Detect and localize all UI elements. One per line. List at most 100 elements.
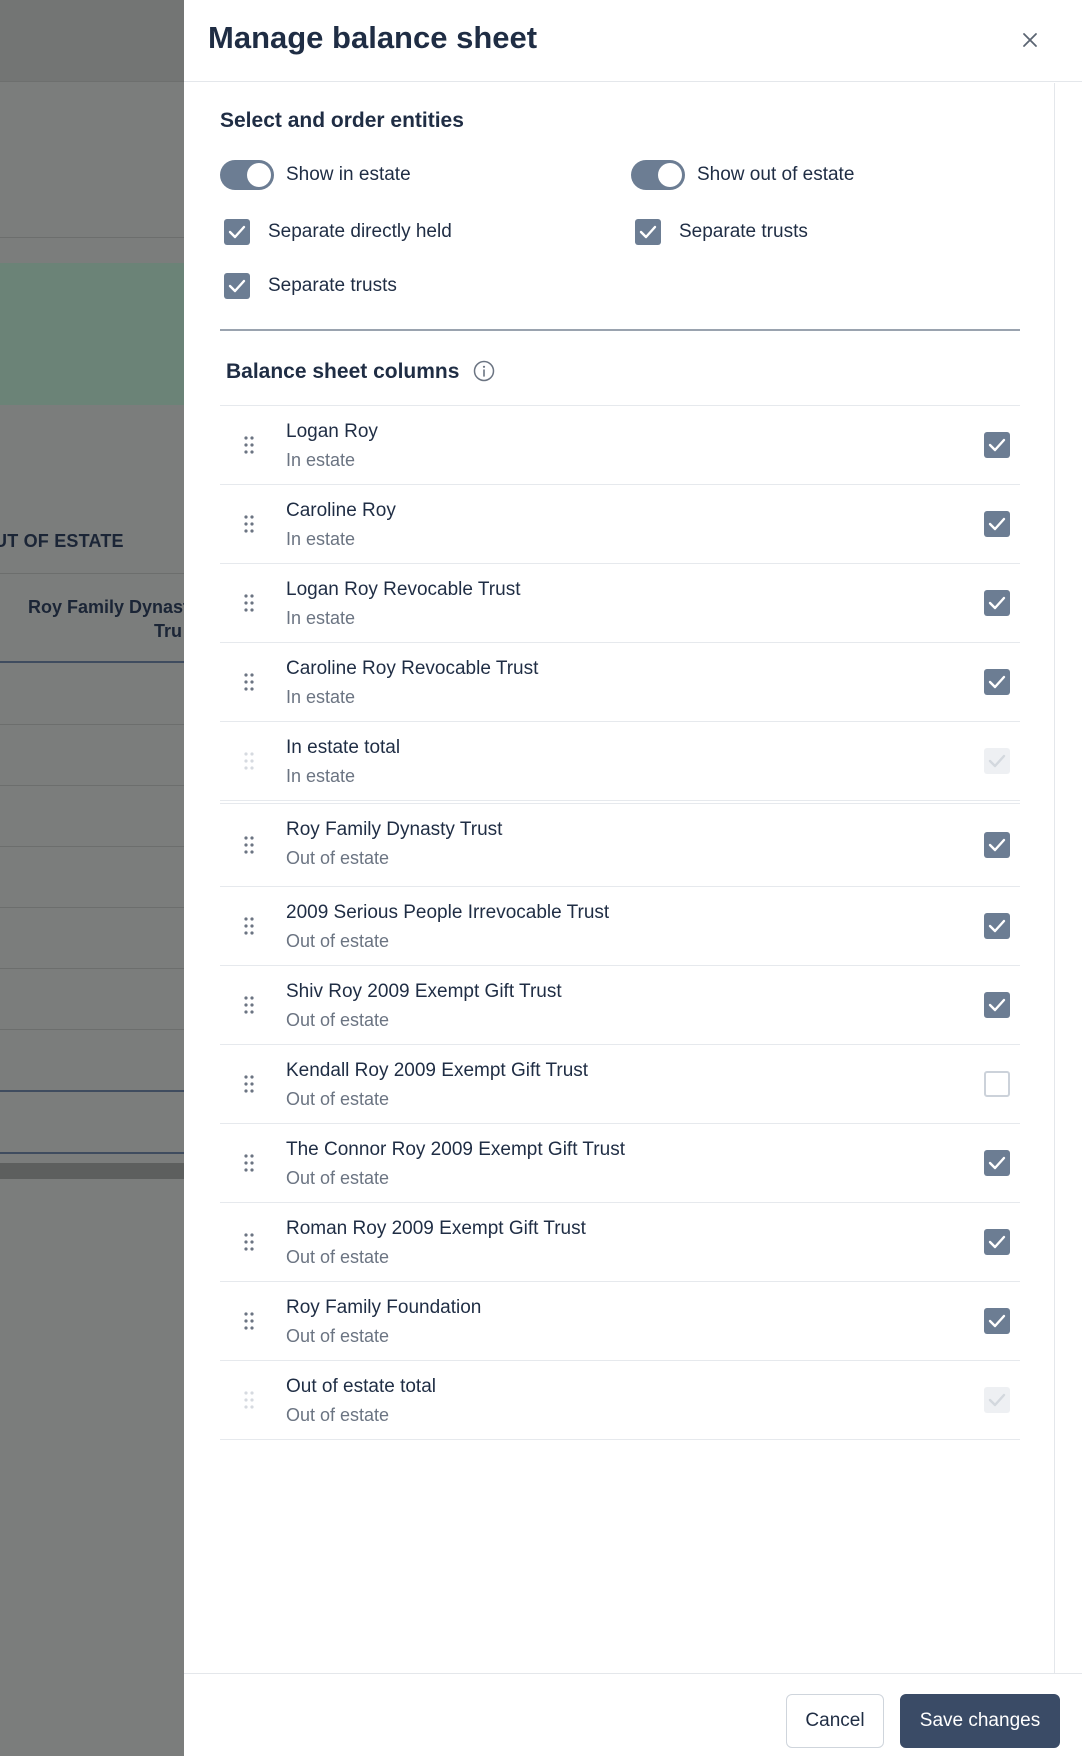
background-column-label: Roy Family Dynast: [28, 597, 184, 617]
checkbox-label: Separate directly held: [268, 221, 452, 242]
column-name: Roy Family Dynasty Trust: [286, 819, 503, 840]
checkbox-box: [984, 1308, 1010, 1334]
show-in-estate-toggle[interactable]: Show in estate: [220, 160, 411, 190]
column-checkbox[interactable]: [984, 1308, 1010, 1334]
column-checkbox[interactable]: [984, 432, 1010, 458]
column-checkbox[interactable]: [984, 590, 1010, 616]
column-checkbox[interactable]: [984, 1229, 1010, 1255]
entities-section-title: Select and order entities: [220, 109, 464, 132]
drag-handle-icon: [244, 1391, 254, 1409]
column-group: Out of estate: [286, 1010, 390, 1030]
column-name: The Connor Roy 2009 Exempt Gift Trust: [286, 1139, 625, 1160]
column-name: Roy Family Foundation: [286, 1297, 482, 1318]
checkbox-box: [984, 992, 1010, 1018]
close-button[interactable]: [1016, 26, 1044, 54]
separate-trusts-out-checkbox[interactable]: Separate trusts: [635, 219, 808, 245]
column-group: Out of estate: [286, 1247, 390, 1267]
column-checkbox[interactable]: [984, 669, 1010, 695]
separate-directly-held-checkbox[interactable]: Separate directly held: [224, 219, 452, 245]
column-group: In estate: [286, 687, 356, 707]
check-icon: [988, 517, 1006, 531]
checkbox-box: [984, 832, 1010, 858]
dialog-footer: Cancel Save changes: [184, 1673, 1082, 1756]
column-name: Roman Roy 2009 Exempt Gift Trust: [286, 1218, 586, 1239]
column-row: Roman Roy 2009 Exempt Gift Trust Out of e…: [220, 1202, 1020, 1281]
checkbox-box: [984, 1229, 1010, 1255]
checkbox-box: [984, 590, 1010, 616]
separate-trusts-in-checkbox[interactable]: Separate trusts: [224, 273, 397, 299]
column-group: Out of estate: [286, 1089, 390, 1109]
drag-handle-icon[interactable]: [242, 1232, 256, 1252]
column-checkbox[interactable]: [984, 992, 1010, 1018]
drag-handle-icon[interactable]: [242, 514, 256, 534]
drag-handle-icon[interactable]: [242, 593, 256, 613]
drag-handle-icon[interactable]: [242, 835, 256, 855]
background-scrollbar: [0, 1163, 184, 1179]
checkbox-box: [984, 913, 1010, 939]
check-icon: [639, 225, 657, 239]
column-checkbox[interactable]: [984, 511, 1010, 537]
check-icon: [228, 279, 246, 293]
column-name: Logan Roy: [286, 421, 378, 442]
column-name: Logan Roy Revocable Trust: [286, 579, 521, 600]
checkbox-box: [984, 1387, 1010, 1413]
column-checkbox: [984, 1387, 1010, 1413]
column-row: Caroline Roy Revocable Trust In estate: [220, 642, 1020, 721]
column-row: Roy Family Dynasty Trust Out of estate: [220, 800, 1020, 886]
column-checkbox: [984, 748, 1010, 774]
column-name: Out of estate total: [286, 1376, 436, 1397]
check-icon: [988, 1314, 1006, 1328]
close-icon: [1023, 33, 1037, 47]
column-row: Shiv Roy 2009 Exempt Gift Trust Out of es…: [220, 965, 1020, 1044]
background-out-of-estate-label: UT OF ESTATE: [0, 531, 124, 551]
column-checkbox[interactable]: [984, 1071, 1010, 1097]
checkbox-box: [224, 273, 250, 299]
drag-handle-icon[interactable]: [242, 916, 256, 936]
show-out-of-estate-toggle[interactable]: Show out of estate: [631, 160, 854, 190]
background-header: [0, 0, 184, 82]
column-checkbox[interactable]: [984, 832, 1010, 858]
check-icon: [988, 675, 1006, 689]
column-name: Shiv Roy 2009 Exempt Gift Trust: [286, 981, 562, 1002]
column-row: Kendall Roy 2009 Exempt Gift Trust Out of…: [220, 1044, 1020, 1123]
check-icon: [988, 919, 1006, 933]
column-group: In estate: [286, 766, 356, 786]
column-row: 2009 Serious People Irrevocable Trust Out…: [220, 886, 1020, 965]
cancel-button[interactable]: Cancel: [786, 1694, 884, 1748]
checkbox-box: [984, 511, 1010, 537]
column-group: Out of estate: [286, 848, 390, 868]
column-group: Out of estate: [286, 931, 390, 951]
check-icon: [988, 438, 1006, 452]
save-changes-button[interactable]: Save changes: [900, 1694, 1060, 1748]
background-highlight-block: [0, 263, 184, 405]
checkbox-label: Separate trusts: [268, 275, 397, 296]
column-row: Out of estate total Out of estate: [220, 1360, 1020, 1439]
manage-balance-sheet-dialog: Manage balance sheet Select and order en…: [184, 0, 1082, 1756]
background-column-label-2: Tru: [154, 621, 183, 641]
column-name: Kendall Roy 2009 Exempt Gift Trust: [286, 1060, 589, 1081]
drag-handle-icon[interactable]: [242, 995, 256, 1015]
checkbox-label: Separate trusts: [679, 221, 808, 242]
column-row: Logan Roy Revocable Trust In estate: [220, 563, 1020, 642]
column-name: Caroline Roy Revocable Trust: [286, 658, 539, 679]
column-row: In estate total In estate: [220, 721, 1020, 800]
check-icon: [988, 1156, 1006, 1170]
dialog-scrollbar[interactable]: [1054, 83, 1055, 1673]
column-group: Out of estate: [286, 1405, 390, 1425]
drag-handle-icon[interactable]: [242, 435, 256, 455]
checkbox-box: [635, 219, 661, 245]
checkbox-box: [984, 1150, 1010, 1176]
drag-handle-icon[interactable]: [242, 672, 256, 692]
toggle-track: [631, 160, 685, 190]
column-checkbox[interactable]: [984, 1150, 1010, 1176]
drag-handle-icon: [244, 752, 254, 770]
drag-handle-icon[interactable]: [242, 1074, 256, 1094]
dialog-header: Manage balance sheet: [184, 0, 1082, 82]
info-icon[interactable]: [473, 360, 495, 382]
list-end-divider: [220, 1439, 1020, 1440]
column-checkbox[interactable]: [984, 913, 1010, 939]
drag-handle-icon[interactable]: [242, 1311, 256, 1331]
columns-section-title: Balance sheet columns: [226, 360, 460, 383]
drag-handle-icon[interactable]: [242, 1153, 256, 1173]
check-icon: [988, 1235, 1006, 1249]
